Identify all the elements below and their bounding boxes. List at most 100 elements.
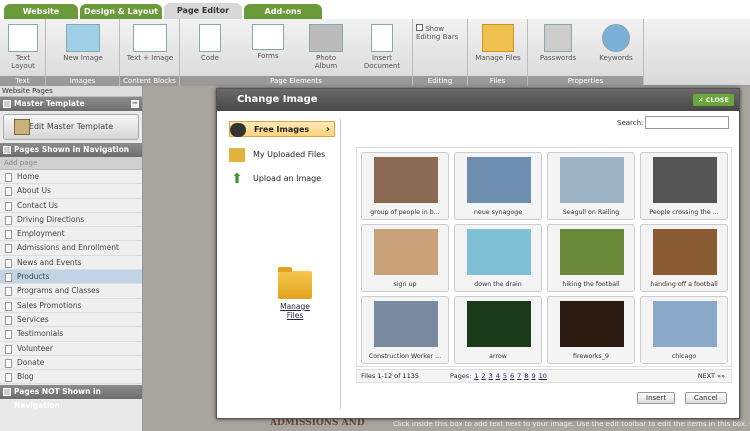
image-grid: group of people in b... neue synagoge Seag… bbox=[356, 147, 732, 367]
page-heading-text: ADMISSIONS AND bbox=[270, 418, 365, 428]
tab-design-layout[interactable]: Design & Layout bbox=[80, 4, 162, 19]
master-template-icon bbox=[14, 119, 30, 135]
tab-add-ons[interactable]: Add-ons bbox=[244, 4, 322, 19]
next-page-link[interactable]: NEXT »» bbox=[698, 370, 725, 382]
image-tile[interactable]: Seagull on Railing bbox=[547, 152, 635, 220]
page-number-link[interactable]: 7 bbox=[517, 372, 521, 380]
pages-not-shown-bar[interactable]: Pages NOT Shown in Navigation bbox=[0, 385, 142, 410]
page-icon bbox=[5, 330, 12, 340]
page-icon bbox=[5, 273, 12, 283]
image-tile[interactable]: fireworks_9 bbox=[547, 296, 635, 364]
sidebar-page-item[interactable]: Volunteer bbox=[0, 341, 142, 356]
sidebar-page-item[interactable]: Home bbox=[0, 170, 142, 185]
page-number-link[interactable]: 2 bbox=[481, 372, 485, 380]
insert-document-button[interactable]: Insert Document bbox=[356, 24, 408, 70]
text-image-icon bbox=[133, 24, 167, 52]
manage-files-link[interactable]: Manage Files bbox=[273, 267, 317, 320]
tab-page-editor[interactable]: Page Editor bbox=[164, 3, 242, 20]
add-page-button[interactable]: Add page bbox=[0, 157, 142, 170]
manage-files-button[interactable]: Manage Files bbox=[474, 24, 522, 62]
image-caption: hiking the football bbox=[562, 281, 620, 288]
text-image-button[interactable]: Text + Image bbox=[126, 24, 174, 62]
page-number-link[interactable]: 5 bbox=[503, 372, 507, 380]
sidebar-page-item[interactable]: Programs and Classes bbox=[0, 284, 142, 299]
image-source-nav: Free Images My Uploaded Files ⬆ Upload a… bbox=[225, 119, 341, 409]
passwords-button[interactable]: Passwords bbox=[536, 24, 580, 62]
show-editing-bars-toggle[interactable]: Show Editing Bars bbox=[416, 24, 466, 41]
toolbar-group-properties: Passwords Keywords Properties bbox=[528, 19, 644, 86]
photo-album-button[interactable]: Photo Album bbox=[304, 24, 348, 70]
image-tile[interactable]: chicago bbox=[640, 296, 728, 364]
page-number-link[interactable]: 9 bbox=[531, 372, 535, 380]
search-input[interactable] bbox=[645, 116, 729, 129]
folder-icon bbox=[482, 24, 514, 52]
sidebar-page-item[interactable]: Donate bbox=[0, 355, 142, 371]
page-number-link[interactable]: 4 bbox=[496, 372, 500, 380]
page-icon bbox=[5, 187, 12, 197]
page-number-link[interactable]: 1 bbox=[474, 372, 478, 380]
collapse-icon[interactable]: − bbox=[131, 100, 139, 108]
code-button[interactable]: Code bbox=[190, 24, 230, 62]
tab-website-overview[interactable]: Website Overview bbox=[4, 4, 78, 31]
image-tile[interactable]: arrow bbox=[454, 296, 542, 364]
image-tile[interactable]: handing off a football bbox=[640, 224, 728, 292]
image-caption: down the drain bbox=[474, 281, 522, 288]
nav-upload-an-image[interactable]: ⬆ Upload an Image bbox=[229, 171, 321, 187]
edit-master-template-button[interactable]: Edit Master Template bbox=[3, 114, 139, 140]
nav-my-uploaded-files[interactable]: My Uploaded Files bbox=[229, 147, 325, 163]
image-tile[interactable]: down the drain bbox=[454, 224, 542, 292]
sidebar-page-item[interactable]: Testimonials bbox=[0, 327, 142, 342]
image-tile[interactable]: group of people in b... bbox=[361, 152, 449, 220]
text-layout-button[interactable]: Text Layout bbox=[4, 24, 42, 70]
page-number-link[interactable]: 3 bbox=[489, 372, 493, 380]
image-tile[interactable]: People crossing the ... bbox=[640, 152, 728, 220]
sidebar-page-item[interactable]: Blog bbox=[0, 370, 142, 385]
image-tile[interactable]: Construction Worker ... bbox=[361, 296, 449, 364]
page-list: Home About Us Contact Us Driving Directions… bbox=[0, 170, 142, 385]
drain-photo bbox=[467, 229, 531, 275]
nav-free-images[interactable]: Free Images bbox=[229, 121, 335, 138]
page-number-link[interactable]: 8 bbox=[524, 372, 528, 380]
sidebar-page-item[interactable]: News and Events bbox=[0, 255, 142, 271]
page-icon bbox=[5, 315, 12, 325]
upload-arrow-icon: ⬆ bbox=[231, 171, 243, 187]
football-photo bbox=[560, 229, 624, 275]
sidebar-page-item[interactable]: Admissions and Enrollment bbox=[0, 241, 142, 256]
sidebar-page-item[interactable]: Employment bbox=[0, 227, 142, 242]
sidebar-page-item[interactable]: Services bbox=[0, 312, 142, 328]
sidebar-page-item[interactable]: Driving Directions bbox=[0, 212, 142, 228]
toolbar-group-files: Manage Files Files bbox=[468, 19, 528, 86]
page-number-link[interactable]: 10 bbox=[539, 372, 547, 380]
dialog-title-bar: Change Image ✕ CLOSE bbox=[217, 89, 739, 111]
page-icon bbox=[5, 358, 12, 368]
cancel-button[interactable]: Cancel bbox=[685, 392, 727, 404]
uploaded-files-icon bbox=[229, 148, 245, 162]
keywords-button[interactable]: Keywords bbox=[594, 24, 638, 62]
toolbar-group-images: New Image Images bbox=[46, 19, 120, 86]
image-tile[interactable]: hiking the football bbox=[547, 224, 635, 292]
forms-button[interactable]: Forms bbox=[248, 24, 288, 60]
page-icon bbox=[5, 230, 12, 240]
synagogue-photo bbox=[467, 157, 531, 203]
page-icon bbox=[5, 287, 12, 297]
sidebar-page-item[interactable]: Contact Us bbox=[0, 198, 142, 213]
page-icon bbox=[5, 215, 12, 225]
page-links: Pages: 1 2 3 4 5 6 7 8 9 10 bbox=[450, 372, 547, 380]
image-tile[interactable]: sign up bbox=[361, 224, 449, 292]
camera-icon bbox=[309, 24, 343, 52]
toolbar-group-editing: Show Editing Bars Editing bbox=[413, 19, 468, 86]
toolbar-group-content-blocks: Text + Image Content Blocks bbox=[120, 19, 180, 86]
sidebar-page-item[interactable]: Sales Promotions bbox=[0, 298, 142, 313]
image-tile[interactable]: neue synagoge bbox=[454, 152, 542, 220]
close-button[interactable]: ✕ CLOSE bbox=[692, 94, 734, 106]
sidebar-header: Website Pages bbox=[0, 86, 142, 97]
sidebar-page-item[interactable]: About Us bbox=[0, 184, 142, 199]
insert-button[interactable]: Insert bbox=[637, 392, 676, 404]
pages-shown-bar[interactable]: Pages Shown in Navigation bbox=[0, 143, 142, 157]
page-number-link[interactable]: 6 bbox=[510, 372, 514, 380]
new-image-button[interactable]: New Image bbox=[60, 24, 106, 62]
master-template-bar[interactable]: Master Template − bbox=[0, 97, 142, 111]
sidebar-page-item[interactable]: Products bbox=[0, 270, 142, 285]
football-handoff-photo bbox=[653, 229, 717, 275]
crossing-photo bbox=[653, 157, 717, 203]
